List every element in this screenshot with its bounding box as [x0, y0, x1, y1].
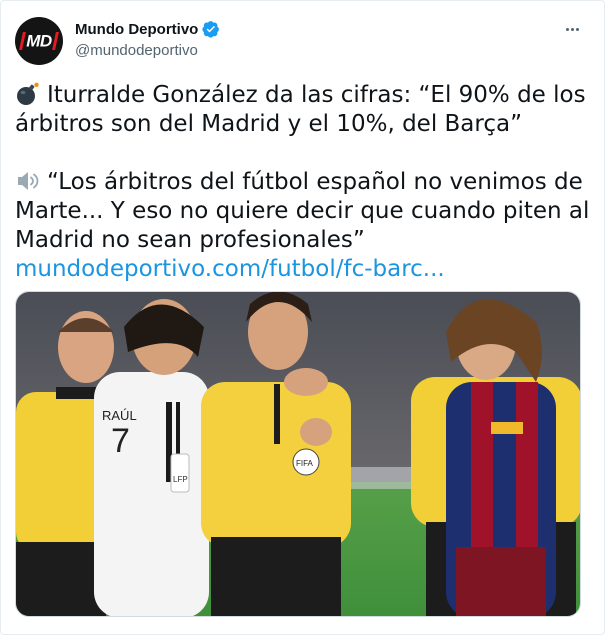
match-photo-illustration: 7 RAÚL LFP FIFA: [16, 292, 580, 616]
tweet-card[interactable]: MD Mundo Deportivo @mundodeportivo Iturr…: [0, 0, 605, 635]
tweet-text: Iturralde González da las cifras: “El 90…: [15, 81, 590, 284]
more-dot-icon: [565, 27, 569, 31]
avatar[interactable]: MD: [15, 17, 63, 65]
verified-badge-icon: [202, 21, 220, 38]
jersey-number: 7: [111, 422, 130, 460]
tweet-photo[interactable]: 7 RAÚL LFP FIFA: [15, 291, 581, 617]
more-options-button[interactable]: [560, 21, 584, 37]
tweet-paragraph-1: Iturralde González da las cifras: “El 90…: [15, 82, 586, 137]
lfp-badge: LFP: [173, 475, 188, 484]
referee-fifa-badge: FIFA: [296, 459, 314, 468]
account-handle[interactable]: @mundodeportivo: [75, 42, 220, 59]
puyol-player: [446, 299, 556, 616]
display-name[interactable]: Mundo Deportivo: [75, 20, 220, 38]
mundo-deportivo-logo: MD: [19, 31, 59, 52]
tweet-paragraph-2: “Los árbitros del fútbol español no veni…: [15, 169, 590, 253]
display-name-text: Mundo Deportivo: [75, 20, 199, 38]
account-names: Mundo Deportivo @mundodeportivo: [75, 20, 220, 59]
jersey-name: RAÚL: [102, 408, 137, 423]
speaker-icon: [18, 172, 39, 190]
article-link[interactable]: mundodeportivo.com/futbol/fc-barc...: [15, 256, 445, 282]
bomb-icon: [17, 82, 39, 105]
